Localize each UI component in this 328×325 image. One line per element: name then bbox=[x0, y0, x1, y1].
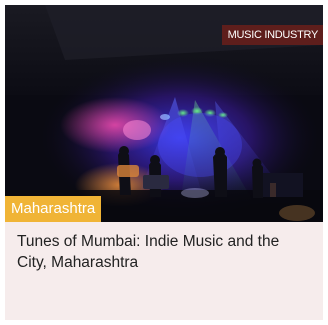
article-image[interactable]: MUSIC INDUSTRY Maharashtra bbox=[5, 5, 323, 222]
location-tag[interactable]: Maharashtra bbox=[5, 196, 102, 222]
category-badge[interactable]: MUSIC INDUSTRY bbox=[221, 25, 323, 45]
article-title[interactable]: Tunes of Mumbai: Indie Music and the Cit… bbox=[17, 231, 313, 273]
article-card[interactable]: MUSIC INDUSTRY Maharashtra Tunes of Mumb… bbox=[5, 5, 323, 320]
